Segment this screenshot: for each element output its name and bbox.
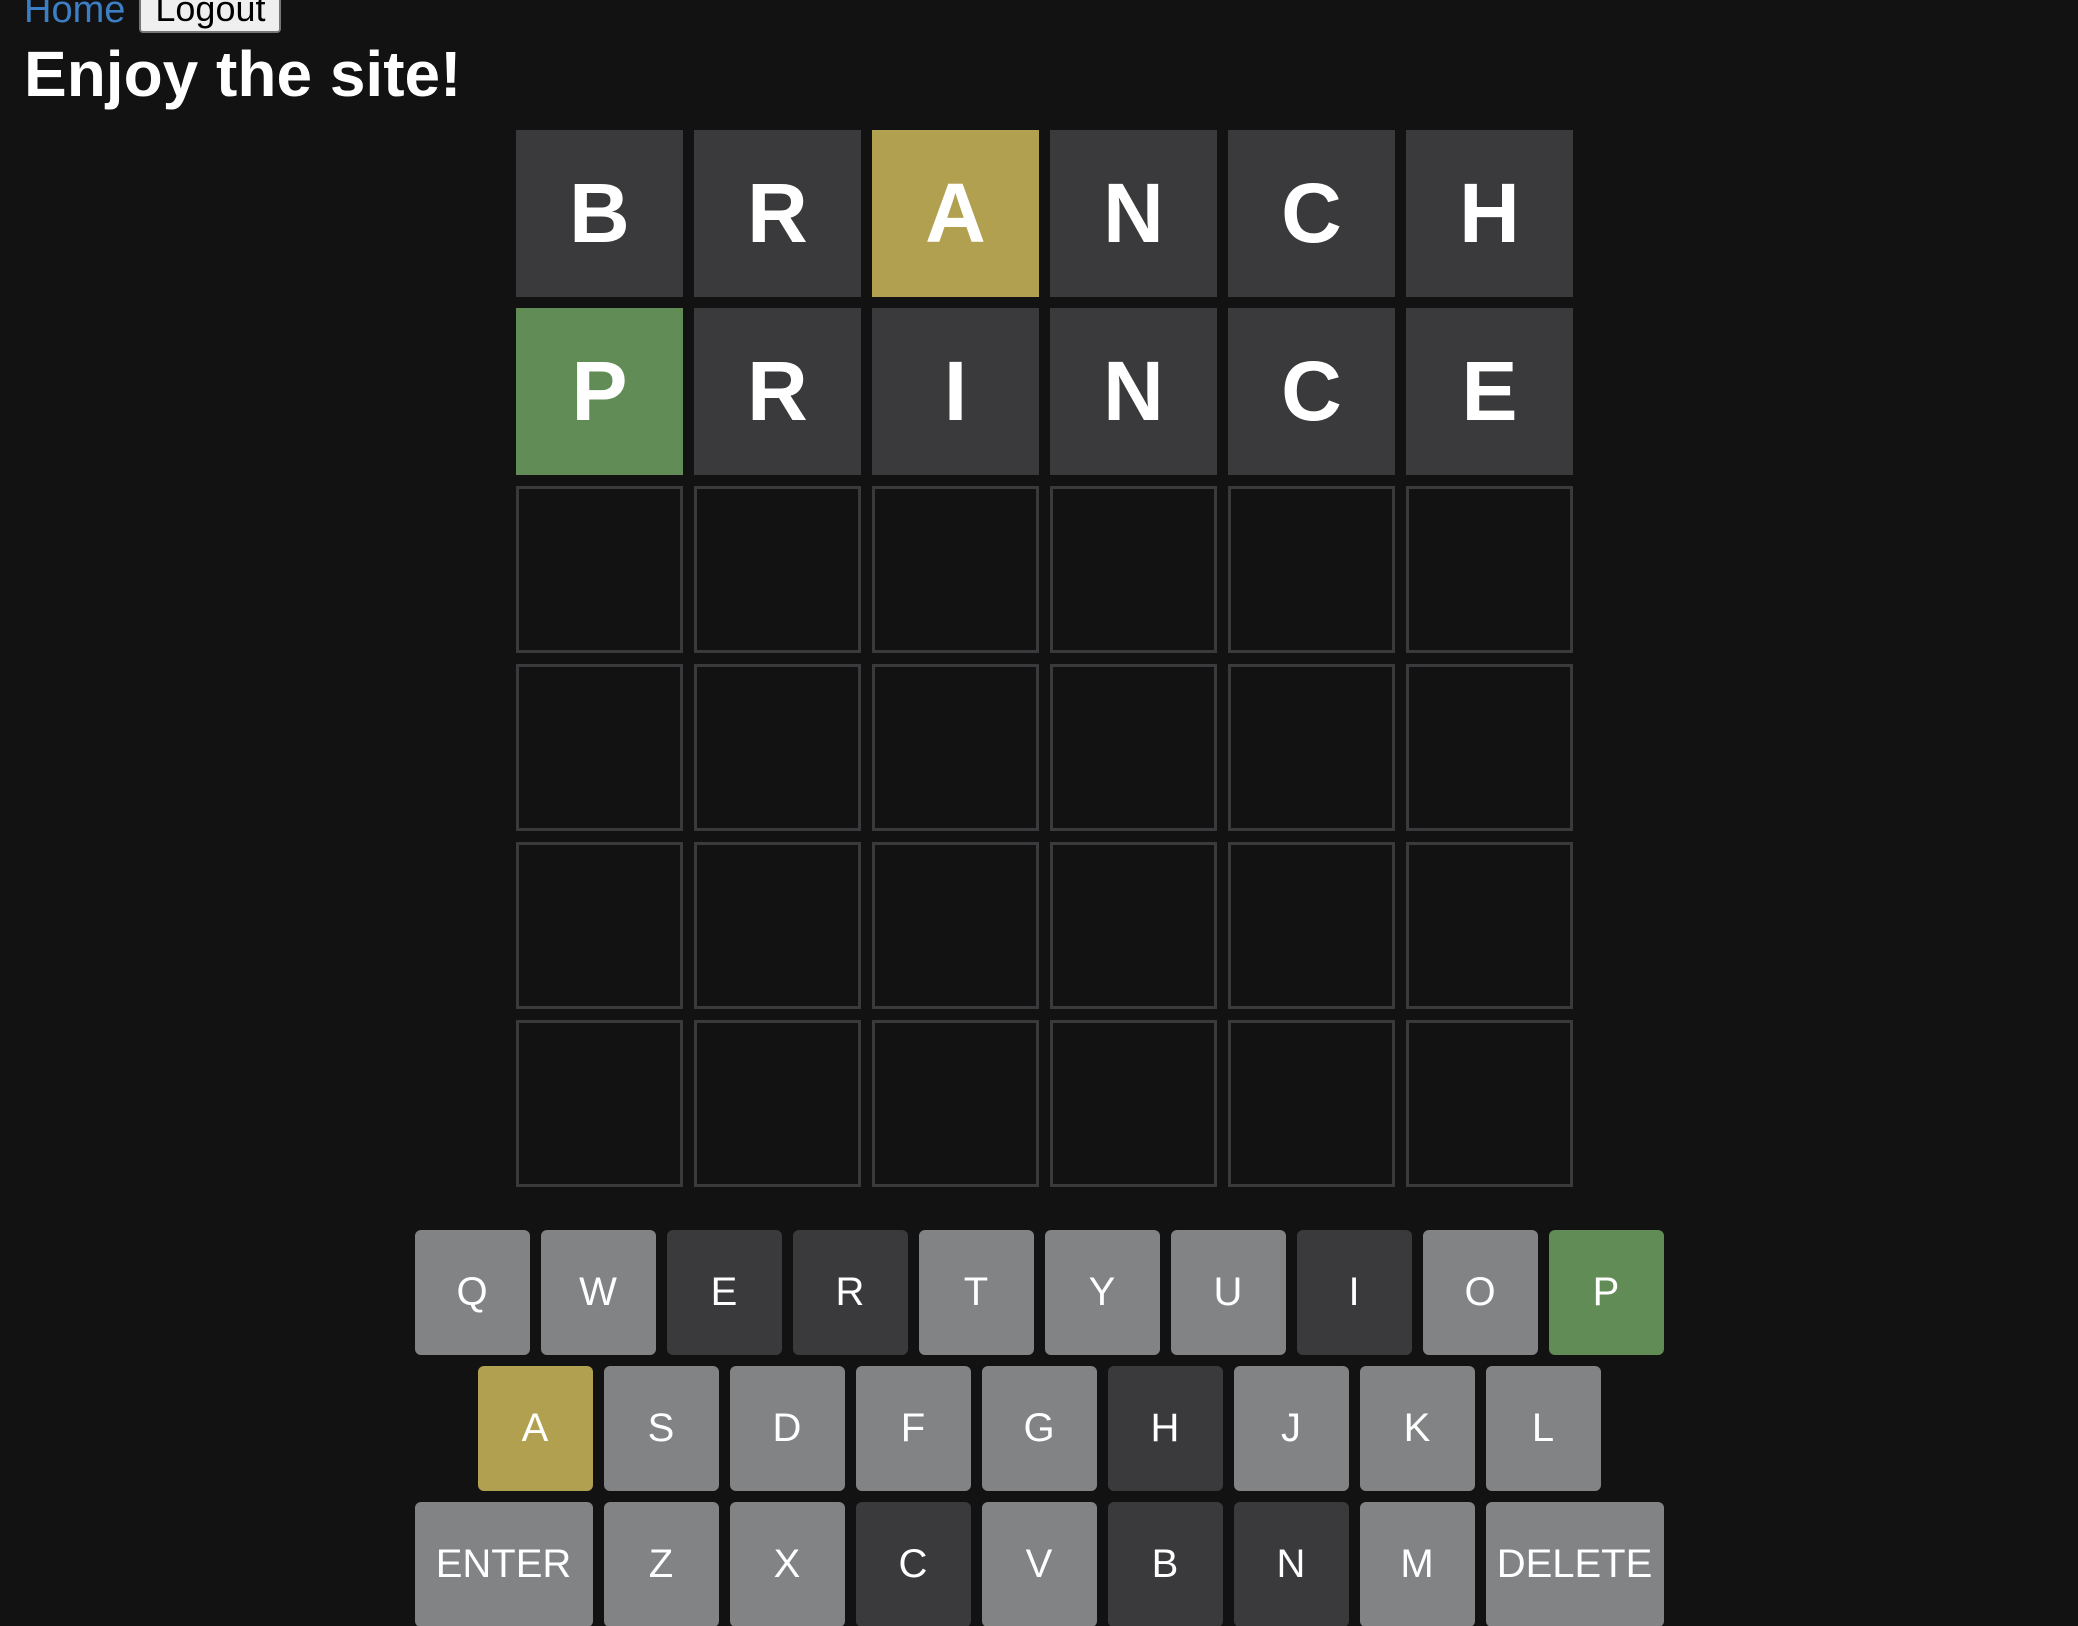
empty-tile: [694, 1020, 861, 1187]
empty-tile: [694, 842, 861, 1009]
empty-tile: [1406, 486, 1573, 653]
on-screen-keyboard: Q W E R T Y U I O P A S D F G H J K L ENTER Z X C V B N M DELETE: [0, 1230, 2078, 1626]
game-board: BRANCH PRINCE: [516, 130, 1573, 1187]
empty-tile: [872, 1020, 1039, 1187]
letter-tile: I: [872, 308, 1039, 475]
key-g[interactable]: G: [981, 1366, 1097, 1491]
empty-tile: [516, 1020, 683, 1187]
letter-tile: C: [1228, 308, 1395, 475]
key-w[interactable]: W: [540, 1230, 656, 1355]
letter-tile: N: [1050, 308, 1217, 475]
empty-tile: [1050, 664, 1217, 831]
key-p[interactable]: P: [1548, 1230, 1664, 1355]
letter-tile: H: [1406, 130, 1573, 297]
empty-tile: [1406, 842, 1573, 1009]
key-e[interactable]: E: [666, 1230, 782, 1355]
letter-tile: B: [516, 130, 683, 297]
key-h[interactable]: H: [1107, 1366, 1223, 1491]
key-x[interactable]: X: [729, 1502, 845, 1626]
key-m[interactable]: M: [1359, 1502, 1475, 1626]
key-u[interactable]: U: [1170, 1230, 1286, 1355]
letter-tile: N: [1050, 130, 1217, 297]
key-t[interactable]: T: [918, 1230, 1034, 1355]
empty-tile: [516, 842, 683, 1009]
empty-tile: [1050, 486, 1217, 653]
empty-tile: [1228, 486, 1395, 653]
empty-tile: [872, 486, 1039, 653]
empty-tile: [1228, 842, 1395, 1009]
empty-tile: [694, 486, 861, 653]
logout-button[interactable]: Logout: [139, 0, 282, 33]
empty-tile: [1406, 1020, 1573, 1187]
key-c[interactable]: C: [855, 1502, 971, 1626]
key-d[interactable]: D: [729, 1366, 845, 1491]
key-y[interactable]: Y: [1044, 1230, 1160, 1355]
letter-tile: C: [1228, 130, 1395, 297]
letter-tile: P: [516, 308, 683, 475]
key-n[interactable]: N: [1233, 1502, 1349, 1626]
key-k[interactable]: K: [1359, 1366, 1475, 1491]
top-nav: Home Logout: [24, 0, 282, 34]
key-v[interactable]: V: [981, 1502, 1097, 1626]
key-enter[interactable]: ENTER: [414, 1502, 593, 1626]
empty-tile: [872, 664, 1039, 831]
empty-tile: [1228, 664, 1395, 831]
key-s[interactable]: S: [603, 1366, 719, 1491]
key-l[interactable]: L: [1485, 1366, 1601, 1491]
empty-tile: [1228, 1020, 1395, 1187]
empty-tile: [1050, 1020, 1217, 1187]
key-a[interactable]: A: [477, 1366, 593, 1491]
key-b[interactable]: B: [1107, 1502, 1223, 1626]
letter-tile: E: [1406, 308, 1573, 475]
keyboard-row: ENTER Z X C V B N M DELETE: [0, 1502, 2078, 1626]
empty-tile: [516, 486, 683, 653]
letter-tile: R: [694, 308, 861, 475]
keyboard-row: ASDFGHJKL: [0, 1366, 2078, 1491]
letter-tile: R: [694, 130, 861, 297]
empty-tile: [516, 664, 683, 831]
key-z[interactable]: Z: [603, 1502, 719, 1626]
page-title: Enjoy the site!: [24, 38, 462, 110]
key-j[interactable]: J: [1233, 1366, 1349, 1491]
key-delete[interactable]: DELETE: [1485, 1502, 1664, 1626]
empty-tile: [1050, 842, 1217, 1009]
key-f[interactable]: F: [855, 1366, 971, 1491]
key-q[interactable]: Q: [414, 1230, 530, 1355]
key-o[interactable]: O: [1422, 1230, 1538, 1355]
key-i[interactable]: I: [1296, 1230, 1412, 1355]
keyboard-row: QWERTYUIOP: [0, 1230, 2078, 1355]
key-r[interactable]: R: [792, 1230, 908, 1355]
empty-tile: [694, 664, 861, 831]
home-link[interactable]: Home: [24, 0, 125, 29]
empty-tile: [1406, 664, 1573, 831]
letter-tile: A: [872, 130, 1039, 297]
empty-tile: [872, 842, 1039, 1009]
page: Home Logout Enjoy the site! BRANCHPRINCE…: [0, 0, 2078, 1626]
